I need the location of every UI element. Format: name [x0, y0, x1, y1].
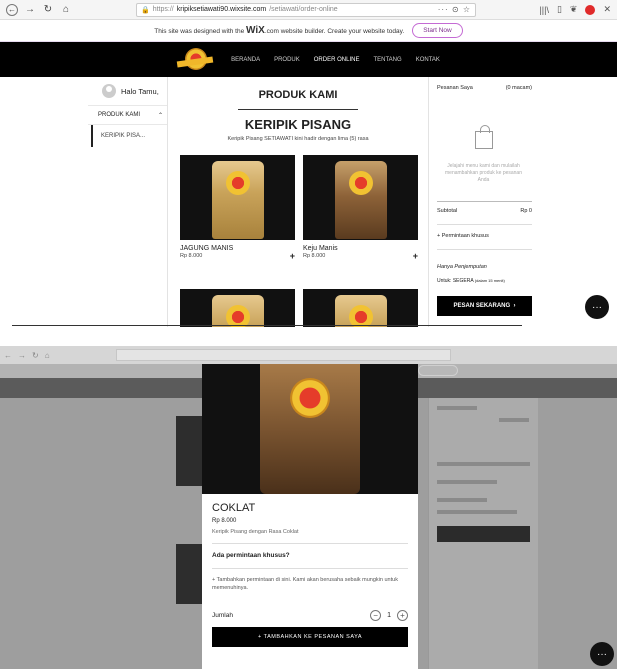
- address-bar[interactable]: [115, 349, 451, 361]
- reload-icon[interactable]: ↻: [32, 351, 39, 360]
- title-divider: [238, 109, 358, 110]
- chevron-up-icon: ⌃: [157, 112, 163, 119]
- forward-icon[interactable]: →: [24, 4, 36, 16]
- url-domain: kripiksetiawati90.wixsite.com: [176, 6, 267, 13]
- product-image[interactable]: [303, 289, 418, 327]
- order-content: Halo Tamu, PRODUK KAMI ⌃ KERIPIK PISA...…: [0, 77, 617, 327]
- divider: [212, 543, 408, 544]
- page-title: PRODUK KAMI: [258, 89, 338, 101]
- url-path: /setiawati/order-online: [269, 6, 338, 13]
- modal-product-price: Rp 8.000: [212, 518, 237, 524]
- divider: [437, 249, 532, 250]
- cart-empty-text: Jelajahi menu kami dan mulailah menambah…: [445, 163, 522, 183]
- reload-icon[interactable]: ↻: [42, 4, 54, 16]
- product-price: Rp 8.000: [303, 253, 326, 259]
- quantity-label: Jumlah: [212, 612, 233, 619]
- special-request-heading: Ada permintaan khusus?: [212, 552, 290, 559]
- product-modal: COKLAT Rp 8.000 Keripik Pisang dengan Ra…: [202, 364, 418, 669]
- avatar-icon: [102, 84, 116, 98]
- product-card[interactable]: [180, 289, 295, 327]
- add-product-button[interactable]: +: [290, 252, 295, 261]
- start-now-button[interactable]: [418, 365, 458, 376]
- checkout-button[interactable]: PESAN SEKARANG ›: [437, 296, 532, 316]
- cart-panel: [428, 398, 538, 669]
- product-image[interactable]: [303, 155, 418, 240]
- modal-product-image: [202, 364, 418, 494]
- chat-icon[interactable]: ···: [585, 295, 609, 319]
- nav-tentang[interactable]: TENTANG: [373, 57, 401, 63]
- product-list: PRODUK KAMI KERIPIK PISANG Keripik Pisan…: [168, 77, 428, 327]
- home-icon[interactable]: ⌂: [45, 351, 50, 360]
- add-to-order-button[interactable]: + TAMBAHKAN KE PESANAN SAYA: [212, 627, 408, 647]
- nav-kontak[interactable]: KONTAK: [416, 57, 440, 63]
- special-request-link[interactable]: + Permintaan khusus: [437, 233, 532, 239]
- increase-icon[interactable]: +: [397, 610, 408, 621]
- decrease-icon[interactable]: −: [370, 610, 382, 621]
- close-icon[interactable]: ✕: [603, 4, 611, 15]
- back-icon[interactable]: ←: [6, 3, 18, 16]
- add-request-link[interactable]: + Tambahkan permintaan di sini. Kami aka…: [212, 576, 408, 592]
- subtotal-value: Rp 0: [520, 208, 532, 214]
- lock-icon: 🔒: [141, 6, 150, 14]
- category-description: Keripik Pisang SETIAWATI kini hadir deng…: [227, 136, 369, 142]
- user-greeting[interactable]: Halo Tamu,: [88, 77, 167, 105]
- product-card[interactable]: JAGUNG MANIS Rp 8.000 +: [180, 155, 295, 261]
- divider: [437, 224, 532, 225]
- product-name: JAGUNG MANIS: [180, 245, 234, 252]
- nav-beranda[interactable]: BERANDA: [231, 57, 260, 63]
- product-price: Rp 8.000: [180, 253, 203, 259]
- browser-extensions: |||\ ▯ ❦ ✕: [539, 4, 611, 15]
- address-bar[interactable]: 🔒 https://kripiksetiawati90.wixsite.com /…: [136, 2, 476, 17]
- chat-icon[interactable]: ···: [590, 642, 614, 666]
- product-card[interactable]: [303, 289, 418, 327]
- back-icon[interactable]: ←: [4, 351, 12, 360]
- home-icon[interactable]: ⌂: [60, 4, 72, 16]
- start-now-button[interactable]: Start Now: [412, 23, 463, 38]
- product-image[interactable]: [180, 289, 295, 327]
- wix-banner-text: This site was designed with the WiX.com …: [154, 25, 405, 36]
- quantity-value: 1: [387, 612, 391, 619]
- browser-toolbar: ← → ↻ ⌂: [0, 346, 617, 364]
- sidebar-section-produk-kami[interactable]: PRODUK KAMI ⌃: [88, 105, 167, 125]
- cart-panel: Pesanan Saya (0 macam) Jelajahi menu kam…: [428, 77, 538, 327]
- site-nav: BERANDA PRODUK ORDER ONLINE TENTANG KONT…: [0, 42, 617, 77]
- modal-product-description: Keripik Pisang dengan Rasa Coklat: [212, 529, 299, 535]
- browser-toolbar: ← → ↻ ⌂ 🔒 https://kripiksetiawati90.wixs…: [0, 0, 617, 20]
- forward-icon[interactable]: →: [18, 351, 26, 360]
- greeting-text: Halo Tamu,: [121, 86, 159, 96]
- site-logo-icon[interactable]: [176, 47, 214, 73]
- wix-logo: WiX: [246, 25, 265, 36]
- nav-order-online[interactable]: ORDER ONLINE: [314, 57, 360, 63]
- pickup-option[interactable]: Hanya Penjemputan: [437, 264, 532, 270]
- divider: [212, 568, 408, 569]
- shopping-bag-icon: [474, 125, 493, 149]
- category-title: KERIPIK PISANG: [244, 117, 352, 132]
- url-actions[interactable]: ··· ⊙ ☆: [438, 5, 471, 14]
- wix-banner: This site was designed with the WiX.com …: [0, 20, 617, 42]
- add-product-button[interactable]: +: [413, 252, 418, 261]
- screenshot-product-modal: ← → ↻ ⌂ COKLAT Rp 8.000 Keripik Pisang d…: [0, 346, 617, 669]
- library-icon[interactable]: |||\: [539, 5, 549, 15]
- quantity-row: Jumlah − 1 +: [212, 610, 408, 621]
- product-card[interactable]: Keju Manis Rp 8.000 +: [303, 155, 418, 261]
- category-sidebar: Halo Tamu, PRODUK KAMI ⌃ KERIPIK PISA...: [88, 77, 168, 327]
- extension-icon[interactable]: ❦: [570, 4, 578, 15]
- block-icon[interactable]: [585, 4, 596, 15]
- product-image[interactable]: [180, 155, 295, 240]
- sidebar-icon[interactable]: ▯: [557, 4, 562, 15]
- checkout-button[interactable]: [437, 526, 530, 542]
- cart-subtotal: Subtotal Rp 0: [437, 201, 532, 214]
- product-name: Keju Manis: [303, 245, 338, 252]
- url-prefix: https://: [152, 6, 174, 13]
- quantity-stepper: − 1 +: [370, 610, 408, 621]
- screenshot-divider: [12, 325, 522, 326]
- sidebar-item-keripik-pisang[interactable]: KERIPIK PISA...: [91, 125, 167, 147]
- modal-product-name: COKLAT: [212, 502, 256, 514]
- screenshot-order-page: ← → ↻ ⌂ 🔒 https://kripiksetiawati90.wixs…: [0, 0, 617, 327]
- cart-count: (0 macam): [505, 85, 532, 91]
- nav-produk[interactable]: PRODUK: [274, 57, 300, 63]
- cart-title: Pesanan Saya (0 macam): [437, 85, 532, 91]
- pickup-time[interactable]: Untuk: SEGERA (dalam 15 menit): [437, 278, 532, 284]
